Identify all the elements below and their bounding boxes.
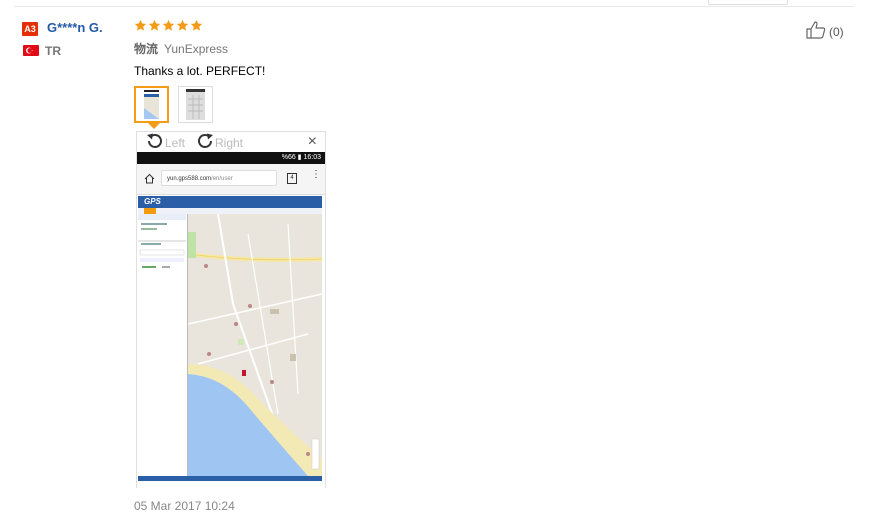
- gps-logo: GPS: [144, 197, 161, 206]
- menu-dots-icon: ⋮: [311, 169, 321, 180]
- helpful-count: (0): [829, 24, 844, 39]
- star-icon: [134, 19, 147, 32]
- review-date: 05 Mar 2017 10:24: [134, 499, 235, 513]
- shipping-label: 物流: [134, 42, 159, 56]
- star-icon: [176, 19, 189, 32]
- review-text: Thanks a lot. PERFECT!: [134, 64, 266, 78]
- phone-status-text: %66 ▮ 16:03: [281, 154, 321, 161]
- review-photo-thumb-1[interactable]: [134, 86, 169, 123]
- rating-stars: [134, 19, 203, 32]
- gps-app-footer: [138, 476, 322, 481]
- phone-status-bar: %66 ▮ 16:03: [137, 152, 325, 164]
- tab-count: 4: [287, 173, 297, 184]
- gps-app-header: GPS: [138, 196, 322, 208]
- url-host: yun.gps588.com: [167, 176, 212, 182]
- viewer-toolbar: Left Right ×: [137, 132, 325, 152]
- close-icon[interactable]: ×: [308, 134, 317, 150]
- rotate-left-icon: [145, 132, 165, 153]
- helpful-button[interactable]: (0): [806, 21, 844, 42]
- url-path: /en/user: [211, 176, 233, 182]
- rotate-right-button[interactable]: Right: [195, 132, 243, 153]
- review-photo-large: %66 ▮ 16:03 yun.gps588.com/en/user 4 ⋮ G…: [137, 152, 325, 488]
- review-photo-thumb-2[interactable]: [178, 86, 213, 123]
- star-icon: [190, 19, 203, 32]
- selected-thumb-indicator: [148, 123, 160, 129]
- star-icon: [148, 19, 161, 32]
- top-button-edge[interactable]: [708, 0, 788, 5]
- rotate-right-label: Right: [215, 135, 244, 150]
- rotate-right-icon: [195, 132, 215, 153]
- home-icon: [144, 171, 155, 189]
- turkey-flag-icon: [23, 45, 39, 56]
- gps-device-panel: [138, 214, 188, 476]
- photo-viewer: Left Right × %66 ▮ 16:03 yun.gps588.com/…: [136, 131, 326, 488]
- top-divider: [14, 6, 854, 7]
- rotate-left-label: Left: [165, 135, 186, 150]
- thumbs-up-icon: [806, 21, 826, 42]
- browser-url-bar: yun.gps588.com/en/user 4 ⋮: [137, 164, 325, 195]
- reviewer-name: G****n G.: [47, 20, 103, 35]
- reviewer-country: TR: [45, 44, 61, 58]
- rotate-left-button[interactable]: Left: [145, 132, 185, 153]
- star-icon: [162, 19, 175, 32]
- browser-url: yun.gps588.com/en/user: [161, 170, 277, 186]
- shipping-carrier: YunExpress: [164, 42, 229, 56]
- shipping-info: 物流 YunExpress: [134, 40, 228, 57]
- gps-web-app: GPS: [137, 194, 325, 488]
- user-level-badge: A3: [22, 22, 38, 36]
- gps-map: [188, 214, 322, 476]
